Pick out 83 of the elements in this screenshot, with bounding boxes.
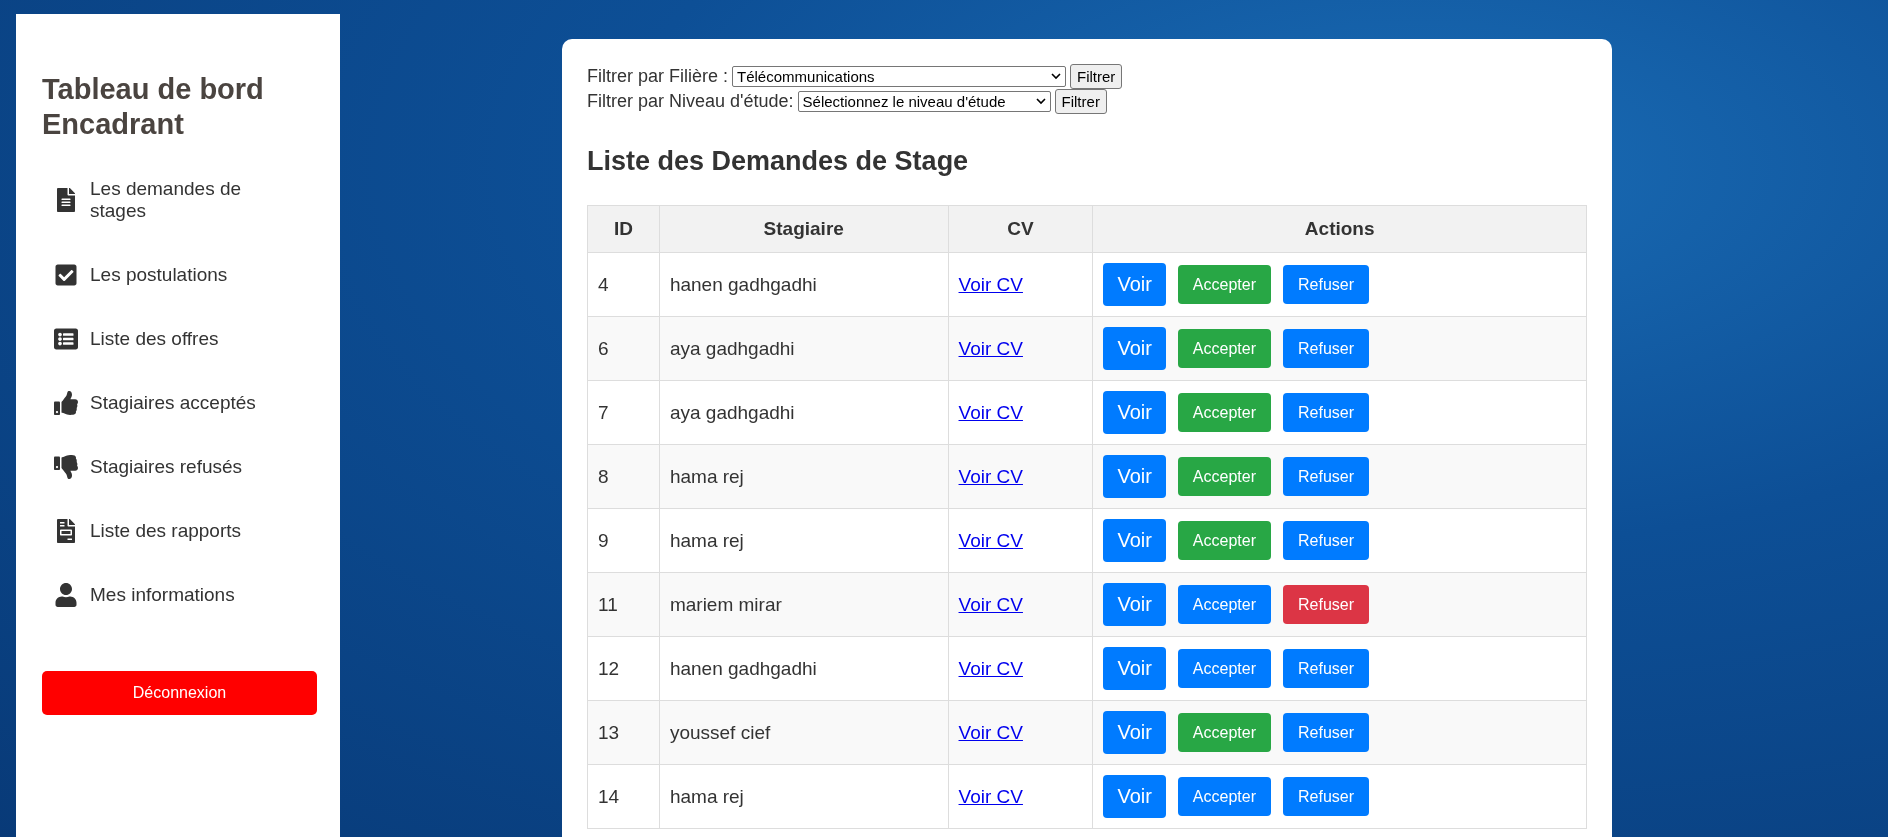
refuse-button[interactable]: Refuser <box>1283 585 1370 624</box>
view-button[interactable]: Voir <box>1103 583 1166 626</box>
table-cell: 13 <box>587 700 660 765</box>
view-button[interactable]: Voir <box>1103 263 1166 306</box>
cv-link[interactable]: Voir CV <box>958 465 1023 487</box>
cv-link[interactable]: Voir CV <box>958 593 1023 615</box>
cv-link[interactable]: Voir CV <box>958 273 1023 295</box>
sidebar-item[interactable]: Stagiaires acceptés <box>54 391 314 416</box>
cv-link[interactable]: Voir CV <box>958 721 1023 743</box>
table-cell: hama rej <box>659 508 949 573</box>
view-button[interactable]: Voir <box>1103 647 1166 690</box>
refuse-button[interactable]: Refuser <box>1283 457 1370 496</box>
column-header: CV <box>948 205 1093 253</box>
filter-button[interactable]: Filtrer <box>1054 89 1107 114</box>
thumbs-down-icon <box>54 455 78 480</box>
refuse-button[interactable]: Refuser <box>1283 777 1370 816</box>
cv-link[interactable]: Voir CV <box>958 401 1023 423</box>
table-cell: hama rej <box>659 444 949 509</box>
logout-button[interactable]: Déconnexion <box>42 671 317 716</box>
chevron-down-icon <box>1051 73 1062 80</box>
table-cell: 14 <box>587 764 660 829</box>
sidebar-item[interactable]: Mes informations <box>54 583 314 608</box>
filter-button[interactable]: Filtrer <box>1070 64 1123 89</box>
filter-label: Filtrer par Niveau d'étude: <box>587 90 794 113</box>
column-header: Actions <box>1092 205 1587 253</box>
table-cell: 12 <box>587 636 660 701</box>
view-button[interactable]: Voir <box>1103 327 1166 370</box>
table-cell: 6 <box>587 316 660 381</box>
list-icon <box>54 327 78 352</box>
thumbs-up-icon <box>54 391 78 416</box>
sidebar-item[interactable]: Les postulations <box>54 263 314 288</box>
view-button[interactable]: Voir <box>1103 711 1166 754</box>
document-icon <box>54 188 78 213</box>
column-header: ID <box>587 205 660 253</box>
table-cell: 9 <box>587 508 660 573</box>
filter-label: Filtrer par Filière : <box>587 65 729 88</box>
accept-button[interactable]: Accepter <box>1177 329 1271 368</box>
filter-select[interactable]: Télécommunications <box>732 66 1067 87</box>
table-cell: aya gadhgadhi <box>659 380 949 445</box>
refuse-button[interactable]: Refuser <box>1283 393 1370 432</box>
cv-link[interactable]: Voir CV <box>958 657 1023 679</box>
chevron-down-icon <box>1035 98 1046 105</box>
filter-select[interactable]: Sélectionnez le niveau d'étude <box>797 91 1051 112</box>
accept-button[interactable]: Accepter <box>1177 521 1271 560</box>
accept-button[interactable]: Accepter <box>1177 649 1271 688</box>
table-cell: 4 <box>587 252 660 317</box>
accept-button[interactable]: Accepter <box>1177 393 1271 432</box>
refuse-button[interactable]: Refuser <box>1283 265 1370 304</box>
sidebar-item[interactable]: Les demandes de stages <box>54 177 314 224</box>
refuse-button[interactable]: Refuser <box>1283 713 1370 752</box>
cv-link[interactable]: Voir CV <box>958 785 1023 807</box>
accept-button[interactable]: Accepter <box>1177 265 1271 304</box>
view-button[interactable]: Voir <box>1103 775 1166 818</box>
cv-link[interactable]: Voir CV <box>958 337 1023 359</box>
table-cell: 8 <box>587 444 660 509</box>
view-button[interactable]: Voir <box>1103 391 1166 434</box>
accept-button[interactable]: Accepter <box>1177 457 1271 496</box>
view-button[interactable]: Voir <box>1103 455 1166 498</box>
accept-button[interactable]: Accepter <box>1177 585 1271 624</box>
sidebar-title: Tableau de bord Encadrant <box>42 72 265 142</box>
refuse-button[interactable]: Refuser <box>1283 649 1370 688</box>
table-cell: youssef cief <box>659 700 949 765</box>
document-icon <box>54 519 78 544</box>
user-icon <box>54 583 78 608</box>
column-header: Stagiaire <box>659 205 949 253</box>
cv-link[interactable]: Voir CV <box>958 529 1023 551</box>
refuse-button[interactable]: Refuser <box>1283 521 1370 560</box>
page-heading: Liste des Demandes de Stage <box>587 146 970 177</box>
table-cell: hanen gadhgadhi <box>659 636 949 701</box>
table-cell: hanen gadhgadhi <box>659 252 949 317</box>
sidebar-item[interactable]: Liste des offres <box>54 327 314 352</box>
sidebar-item[interactable]: Liste des rapports <box>54 519 314 544</box>
accept-button[interactable]: Accepter <box>1177 777 1271 816</box>
table-cell: hama rej <box>659 764 949 829</box>
table-cell: 7 <box>587 380 660 445</box>
checkbox-icon <box>54 263 78 288</box>
sidebar-item[interactable]: Stagiaires refusés <box>54 455 314 480</box>
view-button[interactable]: Voir <box>1103 519 1166 562</box>
refuse-button[interactable]: Refuser <box>1283 329 1370 368</box>
table-cell: aya gadhgadhi <box>659 316 949 381</box>
table-cell: mariem mirar <box>659 572 949 637</box>
accept-button[interactable]: Accepter <box>1177 713 1271 752</box>
table-cell: 11 <box>587 572 660 637</box>
